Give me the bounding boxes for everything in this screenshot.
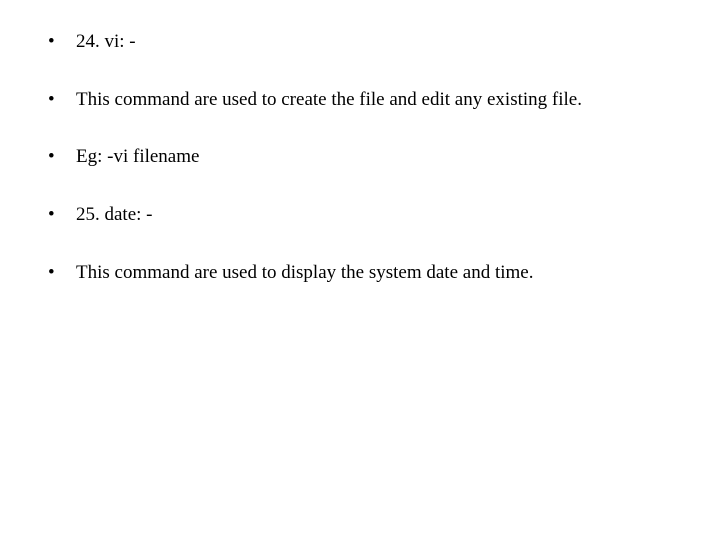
bullet-list: 24. vi: - This command are used to creat… xyxy=(38,30,700,285)
list-item-text: This command are used to create the file… xyxy=(76,89,582,110)
list-item-text: This command are used to display the sys… xyxy=(76,262,533,283)
list-item: 24. vi: - xyxy=(38,30,700,55)
list-item-text: 25. date: - xyxy=(76,204,153,225)
list-item: This command are used to display the sys… xyxy=(38,261,700,286)
list-item-text: Eg: -vi filename xyxy=(76,146,199,167)
list-item: Eg: -vi filename xyxy=(38,145,700,170)
list-item: This command are used to create the file… xyxy=(38,88,700,113)
list-item-text: 24. vi: - xyxy=(76,31,136,52)
list-item: 25. date: - xyxy=(38,203,700,228)
